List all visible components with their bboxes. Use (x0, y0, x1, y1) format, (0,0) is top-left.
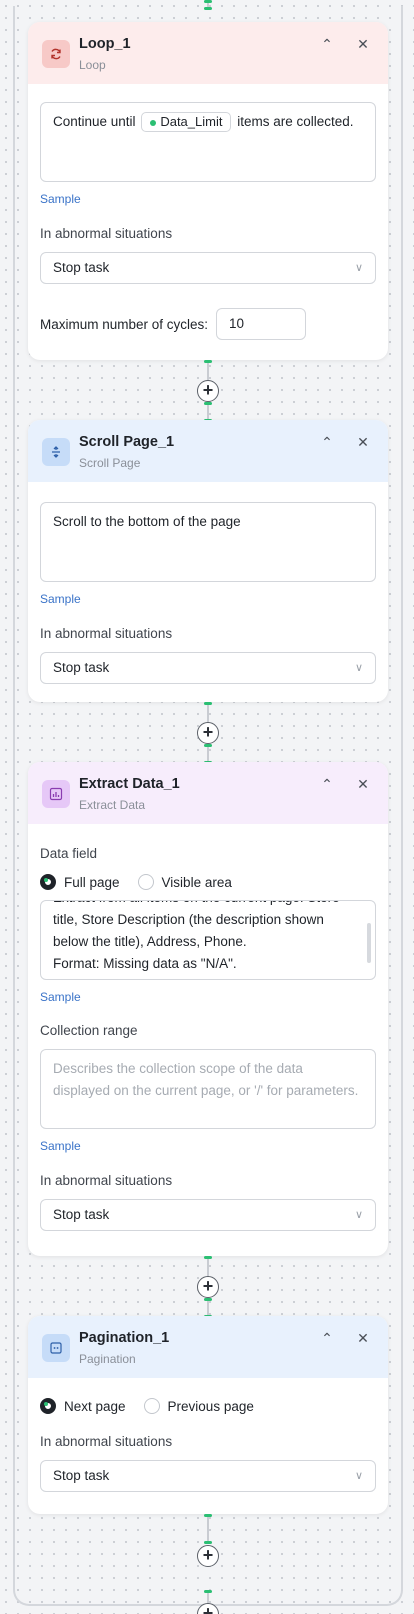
max-cycles-label: Maximum number of cycles: (40, 316, 209, 332)
textbox-scrollbar[interactable] (367, 923, 371, 963)
sample-link[interactable]: Sample (40, 990, 81, 1004)
loop-text-after: items are collected. (237, 114, 354, 129)
chevron-down-icon: ∨ (354, 662, 363, 674)
pagination-title: Pagination_1 (79, 1330, 170, 1346)
plus-icon[interactable]: + (197, 380, 219, 402)
visible-area-radio[interactable] (137, 874, 154, 890)
abnormal-value: Stop task (53, 1468, 110, 1483)
close-icon[interactable]: ✕ (354, 434, 372, 451)
next-page-radio[interactable] (40, 1398, 56, 1414)
close-icon[interactable]: ✕ (354, 36, 372, 53)
abnormal-value: Stop task (53, 260, 110, 275)
scroll-page-card[interactable]: Scroll Page_1 Scroll Page ⌃ ✕ Scroll to … (28, 420, 388, 702)
previous-page-radio[interactable] (143, 1398, 160, 1414)
data-field-label: Data field (40, 846, 98, 861)
abnormal-select[interactable]: Stop task ∨ (40, 252, 376, 284)
connector-line (204, 744, 212, 764)
full-page-label[interactable]: Full page (64, 875, 120, 890)
pagination-card-header[interactable]: Pagination_1 Pagination ⌃ ✕ (28, 1316, 388, 1378)
pagination-subtitle: Pagination (79, 1352, 136, 1366)
loop-card-header[interactable]: Loop_1 Loop ⌃ ✕ (28, 22, 388, 84)
plus-icon[interactable]: + (197, 722, 219, 744)
scroll-title: Scroll Page_1 (79, 434, 175, 450)
extract-instruction-field[interactable]: Extract from all items on the current pa… (40, 900, 376, 980)
full-page-radio[interactable] (40, 874, 56, 890)
scroll-card-header[interactable]: Scroll Page_1 Scroll Page ⌃ ✕ (28, 420, 388, 482)
abnormal-select[interactable]: Stop task ∨ (40, 652, 376, 684)
loop-icon (42, 40, 70, 68)
scroll-text: Scroll to the bottom of the page (53, 514, 241, 529)
visible-area-label[interactable]: Visible area (162, 875, 232, 890)
plus-icon[interactable]: + (197, 1545, 219, 1567)
close-icon[interactable]: ✕ (354, 1330, 372, 1347)
abnormal-label: In abnormal situations (40, 1434, 173, 1449)
loop-title: Loop_1 (79, 36, 131, 52)
connector-line (204, 402, 212, 422)
extract-text-line: title, Store Description (the descriptio… (53, 912, 324, 927)
loop-text-before: Continue until (53, 114, 136, 129)
collection-range-label: Collection range (40, 1023, 138, 1038)
chevron-up-icon[interactable]: ⌃ (318, 1330, 336, 1347)
chevron-down-icon: ∨ (354, 1470, 363, 1482)
chip-dot (150, 120, 157, 126)
extract-subtitle: Extract Data (79, 798, 146, 812)
previous-page-label[interactable]: Previous page (168, 1399, 254, 1414)
abnormal-value: Stop task (53, 660, 110, 675)
loop-condition-field[interactable]: Continue until Data_Limit items are coll… (40, 102, 376, 182)
chevron-up-icon[interactable]: ⌃ (318, 434, 336, 451)
connector-line (204, 1298, 212, 1318)
extract-data-card[interactable]: Extract Data_1 Extract Data ⌃ ✕ Data fie… (28, 762, 388, 1256)
abnormal-label: In abnormal situations (40, 226, 173, 241)
extract-card-header[interactable]: Extract Data_1 Extract Data ⌃ ✕ (28, 762, 388, 824)
extract-text-line: below the title), Address, Phone. (53, 934, 247, 949)
scroll-instruction-field[interactable]: Scroll to the bottom of the page (40, 502, 376, 582)
chevron-down-icon: ∨ (354, 1209, 363, 1221)
max-cycles-input[interactable]: 10 (216, 308, 307, 340)
abnormal-select[interactable]: Stop task ∨ (40, 1199, 376, 1231)
sample-link[interactable]: Sample (40, 192, 81, 206)
plus-icon[interactable]: + (197, 1276, 219, 1298)
abnormal-value: Stop task (53, 1207, 110, 1222)
loop-card[interactable]: Loop_1 Loop ⌃ ✕ Continue until Data_Limi… (28, 22, 388, 360)
pagination-card[interactable]: Pagination_1 Pagination ⌃ ✕ Next page Pr… (28, 1316, 388, 1514)
extract-chart-icon (42, 780, 70, 808)
scroll-icon (42, 438, 70, 466)
sample-link[interactable]: Sample (40, 592, 81, 606)
loop-subtitle: Loop (79, 58, 106, 72)
abnormal-select[interactable]: Stop task ∨ (40, 1460, 376, 1492)
close-icon[interactable]: ✕ (354, 776, 372, 793)
scroll-subtitle: Scroll Page (79, 456, 141, 470)
max-cycles-row: Maximum number of cycles: 10 (40, 308, 376, 340)
sample-link[interactable]: Sample (40, 1139, 81, 1153)
connector-line (204, 0, 212, 10)
collection-range-placeholder: Describes the collection scope of the da… (53, 1061, 359, 1098)
pagination-radio-group: Next page Previous page (40, 1398, 376, 1414)
abnormal-label: In abnormal situations (40, 1173, 173, 1188)
next-page-label[interactable]: Next page (64, 1399, 126, 1414)
chevron-up-icon[interactable]: ⌃ (318, 776, 336, 793)
data-field-radio-group: Full page Visible area (40, 874, 376, 890)
extract-text-line: Extract from all items on the current pa… (53, 901, 363, 909)
chevron-down-icon: ∨ (354, 262, 363, 274)
chip-label: Data_Limit (160, 114, 223, 130)
extract-text-line: Format: Missing data as "N/A". (53, 956, 237, 971)
data-limit-chip[interactable]: Data_Limit (141, 112, 232, 133)
abnormal-label: In abnormal situations (40, 626, 173, 641)
connector-line (204, 1514, 212, 1544)
chevron-up-icon[interactable]: ⌃ (318, 36, 336, 53)
pagination-icon (42, 1334, 70, 1362)
collection-range-field[interactable]: Describes the collection scope of the da… (40, 1049, 376, 1129)
extract-title: Extract Data_1 (79, 776, 180, 792)
